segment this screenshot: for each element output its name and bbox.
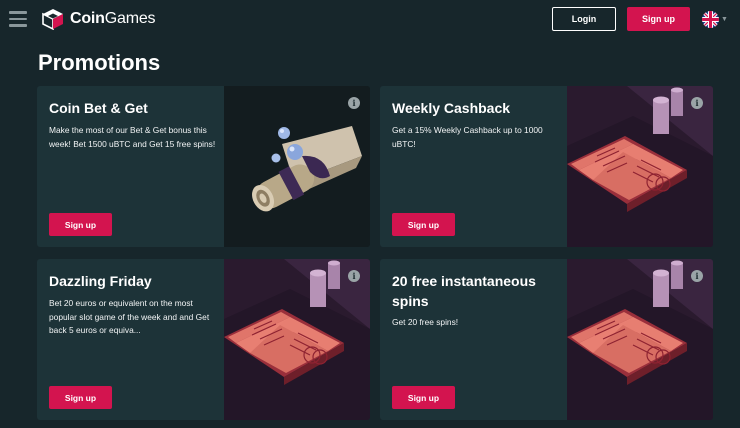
menu-icon[interactable] [9, 11, 27, 27]
cube-logo-icon [42, 9, 63, 30]
promo-description: Bet 20 euros or equivalent on the most p… [49, 298, 210, 335]
info-icon[interactable]: i [691, 270, 703, 282]
promo-title: Dazzling Friday [49, 273, 152, 289]
promo-signup-button[interactable]: Sign up [49, 213, 112, 236]
promo-title: Weekly Cashback [392, 100, 511, 116]
top-bar: CoinGames Login Sign up ▼ [0, 0, 740, 40]
promo-description: Make the most of our Bet & Get bonus thi… [49, 125, 216, 149]
logo[interactable]: CoinGames [42, 8, 156, 30]
chevron-down-icon: ▼ [721, 15, 728, 23]
uk-flag-icon [702, 10, 719, 28]
promo-signup-button[interactable]: Sign up [49, 386, 112, 409]
promo-title: Coin Bet & Get [49, 100, 148, 116]
promo-card-dazzling-friday: Dazzling Friday Bet 20 euros or equivale… [37, 259, 370, 420]
promo-card-coin-bet-get: Coin Bet & Get Make the most of our Bet … [37, 86, 370, 247]
promo-card-free-spins: 20 free instantaneous spins Get 20 free … [380, 259, 713, 420]
login-button[interactable]: Login [552, 7, 616, 31]
signup-button[interactable]: Sign up [627, 7, 690, 31]
spellbook-illustration [567, 259, 713, 420]
scroll-illustration [224, 86, 370, 247]
promo-signup-button[interactable]: Sign up [392, 386, 455, 409]
info-icon[interactable]: i [348, 97, 360, 109]
language-selector[interactable]: ▼ [702, 10, 730, 28]
promo-title: 20 free instantaneous spins [392, 273, 536, 309]
logo-text: CoinGames [70, 10, 156, 27]
promo-description: Get 20 free spins! [392, 317, 459, 327]
promo-card-weekly-cashback: Weekly Cashback Get a 15% Weekly Cashbac… [380, 86, 713, 247]
promo-signup-button[interactable]: Sign up [392, 213, 455, 236]
spellbook-illustration [224, 259, 370, 420]
promo-description: Get a 15% Weekly Cashback up to 1000 uBT… [392, 125, 543, 149]
page-title: Promotions [38, 50, 161, 75]
info-icon[interactable]: i [348, 270, 360, 282]
info-icon[interactable]: i [691, 97, 703, 109]
spellbook-illustration [567, 86, 713, 247]
